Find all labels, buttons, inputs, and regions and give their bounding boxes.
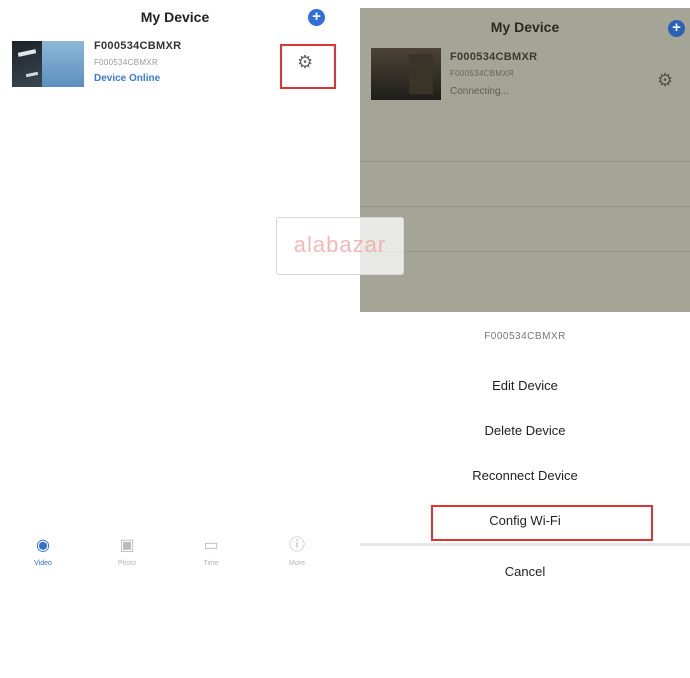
device-name: F000534CBMXR: [450, 51, 538, 63]
tab-video[interactable]: ◉ Video: [18, 536, 68, 567]
device-thumbnail: [371, 48, 441, 100]
highlight-box: [280, 44, 336, 89]
tab-label: More: [289, 560, 305, 567]
add-device-icon: +: [668, 20, 685, 37]
left-screen: My Device + F000534CBMXR F000534CBMXR De…: [0, 0, 350, 678]
device-status: Connecting...: [450, 86, 509, 97]
divider: [360, 206, 690, 207]
device-status: Device Online: [94, 73, 161, 84]
divider: [360, 543, 690, 546]
camera-icon: ◉: [36, 537, 50, 554]
tab-label: Photo: [117, 560, 137, 567]
gear-icon: ⚙: [657, 70, 674, 90]
reconnect-device-button[interactable]: Reconnect Device: [360, 468, 690, 483]
device-name: F000534CBMXR: [94, 40, 182, 52]
tab-more[interactable]: ⓘ More: [272, 536, 322, 567]
watermark-logo: alabazar: [293, 232, 387, 257]
device-thumbnail[interactable]: [12, 41, 84, 87]
tab-label: Time: [203, 560, 219, 567]
divider: [360, 161, 690, 162]
tab-photo[interactable]: ▣ Photo: [102, 536, 152, 567]
video-icon: ▭: [203, 537, 219, 554]
page-title: My Device: [140, 9, 210, 25]
device-id: F000534CBMXR: [94, 58, 159, 67]
highlight-box: [431, 505, 653, 541]
device-id: F000534CBMXR: [450, 69, 515, 78]
edit-device-button[interactable]: Edit Device: [360, 378, 690, 393]
delete-device-button[interactable]: Delete Device: [360, 423, 690, 438]
tab-time[interactable]: ▭ Time: [186, 536, 236, 567]
action-sheet-header: F000534CBMXR: [484, 331, 566, 342]
right-screen: My Device + F000534CBMXR F000534CBMXR Co…: [360, 0, 690, 678]
add-device-icon[interactable]: +: [308, 9, 325, 26]
tab-label: Video: [34, 560, 52, 567]
dimmed-device-list: My Device + F000534CBMXR F000534CBMXR Co…: [360, 8, 690, 312]
watermark: alabazar: [276, 217, 404, 275]
page-title: My Device: [490, 19, 560, 35]
cancel-button[interactable]: Cancel: [360, 564, 690, 579]
image-icon: ▣: [119, 537, 135, 554]
info-icon: ⓘ: [288, 537, 305, 554]
divider: [360, 251, 690, 252]
